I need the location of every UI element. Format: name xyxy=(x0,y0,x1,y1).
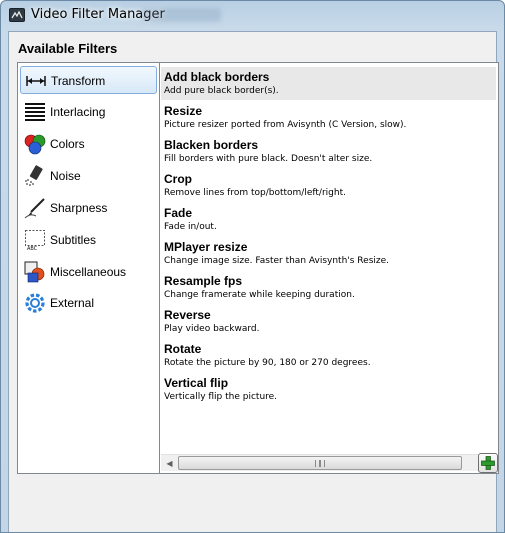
miscellaneous-icon xyxy=(24,261,45,283)
plus-icon xyxy=(481,456,495,470)
category-label: Subtitles xyxy=(50,233,97,247)
filter-name: Add black borders xyxy=(164,70,270,84)
filter-item-vertical-flip[interactable]: Vertical flip Vertically flip the pictur… xyxy=(161,373,496,406)
title-bar-background-glyph xyxy=(141,8,221,22)
filter-name: Crop xyxy=(164,172,192,186)
category-item-transform[interactable]: Transform xyxy=(20,66,157,94)
scroll-left-arrow-icon[interactable]: ◀ xyxy=(161,455,178,472)
category-item-sharpness[interactable]: Sharpness xyxy=(20,194,157,222)
noise-icon xyxy=(25,165,43,186)
filter-description: Fill borders with pure black. Doesn't al… xyxy=(164,154,373,164)
dialog-client-area: Available Filters Transform Interlacing … xyxy=(8,31,499,532)
filter-name: Fade xyxy=(164,206,193,220)
sharpness-icon xyxy=(24,198,45,219)
category-label: Miscellaneous xyxy=(50,265,127,279)
category-label: Transform xyxy=(51,74,106,88)
filter-name: MPlayer resize xyxy=(164,240,248,254)
filter-description: Change image size. Faster than Avisynth'… xyxy=(164,256,390,266)
svg-text:ABC: ABC xyxy=(27,246,38,251)
filter-description: Vertically flip the picture. xyxy=(164,392,278,402)
category-item-subtitles[interactable]: ABC Subtitles xyxy=(20,226,157,254)
scrollbar-grip-icon xyxy=(315,460,325,467)
filter-item-reverse[interactable]: Reverse Play video backward. xyxy=(161,305,496,338)
filter-list-panel: Add black borders Add pure black border(… xyxy=(160,62,499,474)
filter-item-blacken-borders[interactable]: Blacken borders Fill borders with pure b… xyxy=(161,135,496,168)
video-filter-manager-window: Video Filter Manager Available Filters T… xyxy=(0,0,505,533)
filter-item-add-black-borders[interactable]: Add black borders Add pure black border(… xyxy=(161,67,496,100)
filter-item-resample-fps[interactable]: Resample fps Change framerate while keep… xyxy=(161,271,496,304)
filter-list[interactable]: Add black borders Add pure black border(… xyxy=(160,63,497,443)
interlacing-icon xyxy=(25,103,45,121)
filter-description: Rotate the picture by 90, 180 or 270 deg… xyxy=(164,358,371,368)
filter-description: Remove lines from top/bottom/left/right. xyxy=(164,188,346,198)
horizontal-scrollbar[interactable]: ◀ ▶ xyxy=(161,454,496,471)
filter-item-mplayer-resize[interactable]: MPlayer resize Change image size. Faster… xyxy=(161,237,496,270)
filter-description: Fade in/out. xyxy=(164,222,217,232)
colors-icon xyxy=(24,134,46,155)
filter-name: Resize xyxy=(164,104,203,118)
subtitles-icon: ABC xyxy=(25,230,45,251)
transform-icon xyxy=(26,76,46,86)
category-label: Interlacing xyxy=(50,105,106,119)
category-label: Sharpness xyxy=(50,201,108,215)
filter-description: Change framerate while keeping duration. xyxy=(164,290,355,300)
category-item-interlacing[interactable]: Interlacing xyxy=(20,98,157,126)
external-icon xyxy=(25,293,45,313)
category-list[interactable]: Transform Interlacing Colors Noise Sharp… xyxy=(17,62,160,474)
category-label: External xyxy=(50,296,95,310)
category-label: Colors xyxy=(50,137,85,151)
filter-name: Blacken borders xyxy=(164,138,259,152)
filter-item-crop[interactable]: Crop Remove lines from top/bottom/left/r… xyxy=(161,169,496,202)
filter-name: Resample fps xyxy=(164,274,243,288)
category-item-colors[interactable]: Colors xyxy=(20,130,157,158)
category-item-external[interactable]: External xyxy=(20,289,157,317)
category-label: Noise xyxy=(50,169,81,183)
filter-name: Rotate xyxy=(164,342,202,356)
category-item-noise[interactable]: Noise xyxy=(20,162,157,190)
category-item-miscellaneous[interactable]: Miscellaneous xyxy=(20,258,157,286)
filter-item-resize[interactable]: Resize Picture resizer ported from Avisy… xyxy=(161,101,496,134)
filter-item-fade[interactable]: Fade Fade in/out. xyxy=(161,203,496,236)
filter-description: Play video backward. xyxy=(164,324,260,334)
add-filter-button[interactable] xyxy=(478,453,498,473)
filter-name: Vertical flip xyxy=(164,376,229,390)
filter-item-rotate[interactable]: Rotate Rotate the picture by 90, 180 or … xyxy=(161,339,496,372)
scrollbar-thumb[interactable] xyxy=(178,456,462,470)
filter-description: Add pure black border(s). xyxy=(164,86,279,96)
available-filters-heading: Available Filters xyxy=(18,41,118,56)
filter-description: Picture resizer ported from Avisynth (C … xyxy=(164,120,407,130)
title-bar[interactable]: Video Filter Manager xyxy=(1,1,504,31)
filter-name: Reverse xyxy=(164,308,211,322)
app-icon xyxy=(9,8,25,22)
